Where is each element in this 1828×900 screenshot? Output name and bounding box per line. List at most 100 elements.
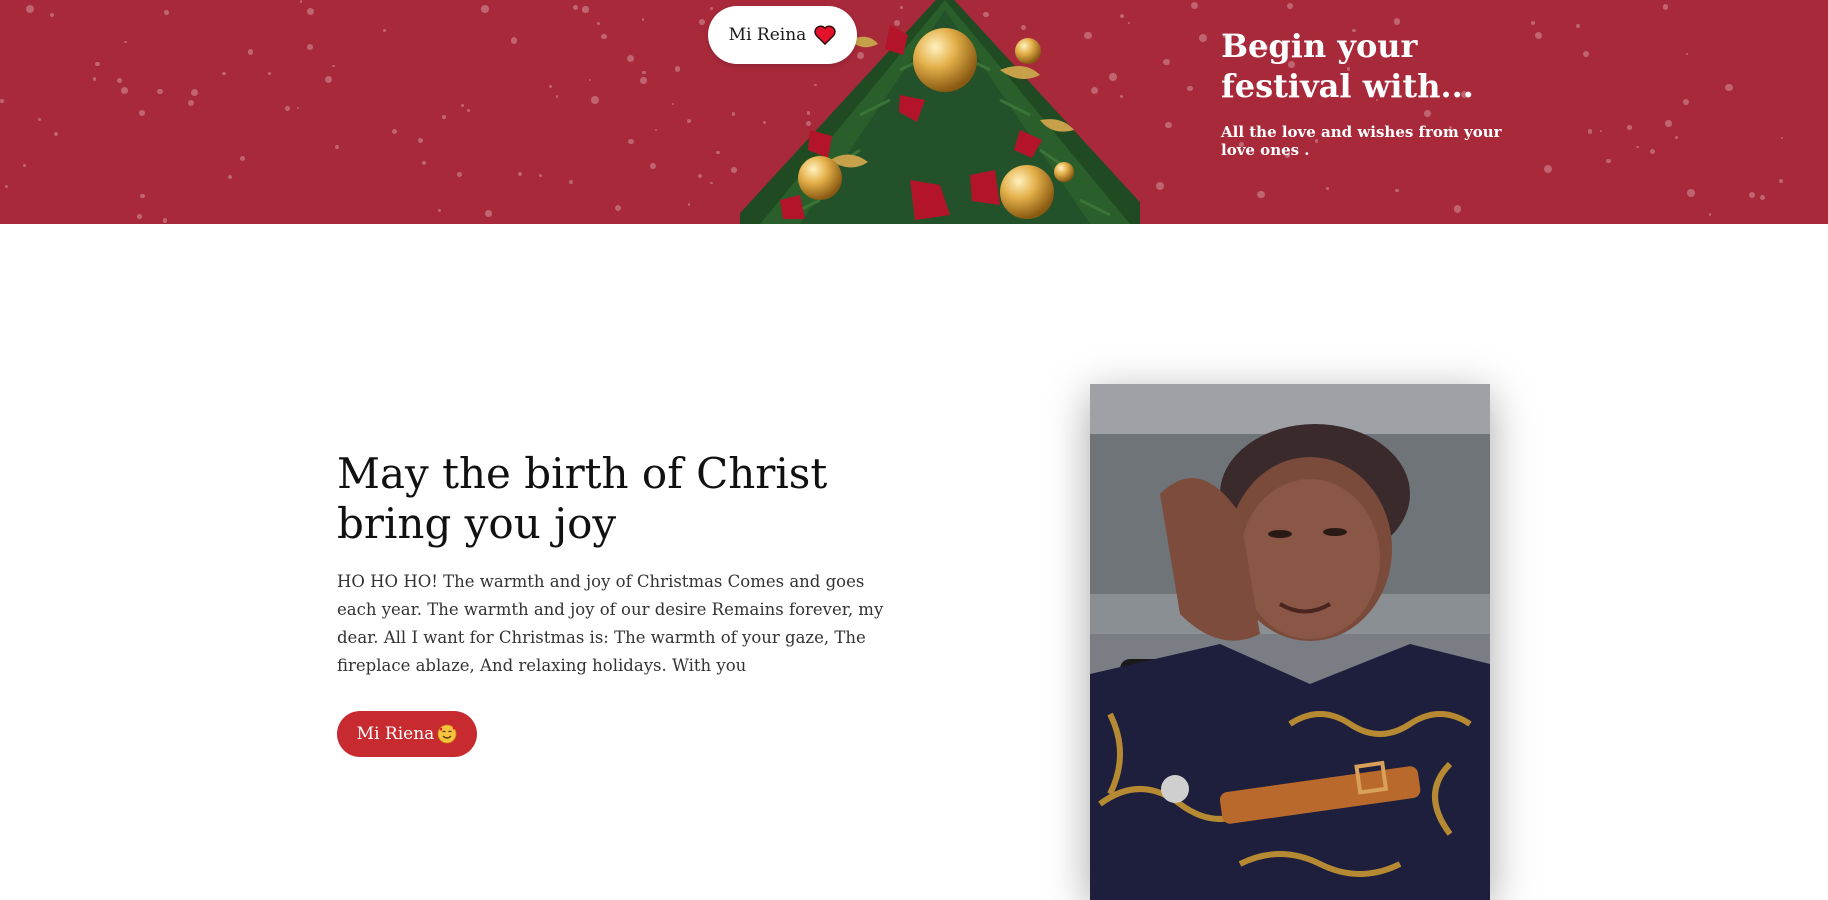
snow-dot [1778, 179, 1783, 184]
snow-dot [582, 6, 589, 13]
snow-dot [1599, 129, 1602, 133]
snow-dot [418, 138, 424, 144]
snow-dot [601, 33, 607, 40]
snow-dot [517, 171, 523, 177]
snow-dot [334, 144, 340, 149]
snow-dot [710, 181, 713, 185]
snow-dot [284, 106, 290, 111]
snow-dot [686, 118, 692, 124]
snow-dot [25, 5, 34, 14]
snow-dot [731, 112, 736, 116]
snow-dot [709, 7, 714, 11]
snow-dot [641, 70, 646, 75]
snow-dot [1163, 58, 1170, 66]
snow-dot [1287, 2, 1294, 10]
snow-dot [699, 19, 705, 25]
snow-dot [591, 96, 600, 105]
snow-dot [137, 214, 142, 219]
snow-dot [1685, 52, 1689, 55]
snow-dot [50, 13, 55, 18]
snow-dot [697, 173, 703, 179]
snow-dot [164, 10, 169, 16]
snow-dot [1748, 192, 1755, 199]
page-heading: May the birth of Christ bring you joy [337, 449, 828, 548]
snow-dot [1709, 213, 1712, 216]
snow-dot [1155, 182, 1164, 191]
snow-dot [392, 129, 398, 135]
hero-banner: Mi Reina Begin your festival with... All… [0, 0, 1828, 224]
snow-dot [654, 128, 657, 131]
snow-dot [1395, 188, 1399, 193]
snow-dot [124, 40, 127, 44]
snow-dot [441, 114, 446, 119]
snow-dot [511, 37, 518, 44]
snow-dot [1257, 190, 1265, 199]
mi-riena-button[interactable]: Mi Riena [337, 711, 477, 757]
snow-dot [1191, 1, 1199, 9]
snow-dot [1664, 119, 1672, 127]
smiling-face-with-hearts-icon [437, 724, 457, 744]
snow-dot [306, 8, 314, 16]
snow-dot [614, 204, 622, 212]
snow-dot [0, 99, 4, 103]
snow-dot [1674, 136, 1678, 140]
snow-dot [1606, 158, 1611, 164]
snow-dot [38, 118, 41, 121]
snow-dot [1165, 121, 1172, 129]
button-label: Mi Riena [356, 724, 435, 744]
snow-dot [1530, 20, 1535, 26]
snow-dot [53, 132, 58, 136]
snow-dot [1575, 23, 1581, 29]
snow-dot [597, 22, 600, 26]
snow-dot [626, 54, 635, 62]
snow-dot [481, 5, 489, 13]
snow-dot [299, 0, 303, 3]
snow-dot [1627, 125, 1632, 130]
snow-dot [1544, 165, 1552, 174]
snow-dot [568, 179, 574, 185]
snow-dot [421, 161, 426, 166]
snow-dot [157, 88, 163, 95]
snow-dot [227, 174, 233, 180]
snow-dot [121, 87, 128, 94]
snow-dot [1199, 33, 1208, 42]
snow-dot [589, 78, 592, 81]
snow-dot [1682, 98, 1690, 106]
snow-dot [140, 193, 145, 198]
snow-dot [650, 162, 657, 169]
snow-dot [573, 4, 579, 10]
snow-dot [716, 150, 720, 155]
snow-dot [187, 99, 195, 107]
snow-dot [1187, 86, 1193, 92]
snow-dot [5, 185, 9, 189]
snow-dot [671, 102, 674, 106]
snow-dot [641, 17, 645, 21]
mi-reina-pill-button[interactable]: Mi Reina [708, 6, 857, 64]
snow-dot [1582, 50, 1589, 57]
snow-dot [1725, 84, 1733, 92]
snow-dot [640, 77, 647, 84]
heart-icon [814, 25, 836, 45]
snow-dot [467, 109, 470, 112]
snow-dot [247, 49, 254, 56]
snow-dot [332, 64, 335, 67]
snow-dot [296, 106, 300, 110]
snow-dot [162, 217, 168, 223]
snow-dot [1393, 18, 1400, 25]
snow-dot [324, 75, 332, 83]
snow-dot [538, 173, 543, 178]
snow-dot [1636, 145, 1639, 149]
snow-dot [687, 202, 691, 206]
portrait-image [1090, 384, 1490, 900]
snow-dot [437, 208, 442, 213]
pill-label: Mi Reina [728, 25, 807, 45]
snow-dot [457, 171, 463, 177]
snow-dot [139, 109, 146, 116]
snow-dot [1453, 204, 1462, 213]
snow-dot [548, 84, 553, 89]
snow-dot [1662, 4, 1669, 10]
snow-dot [94, 61, 100, 67]
snow-dot [1325, 187, 1329, 190]
snow-dot [1587, 129, 1593, 134]
snow-dot [239, 155, 246, 162]
